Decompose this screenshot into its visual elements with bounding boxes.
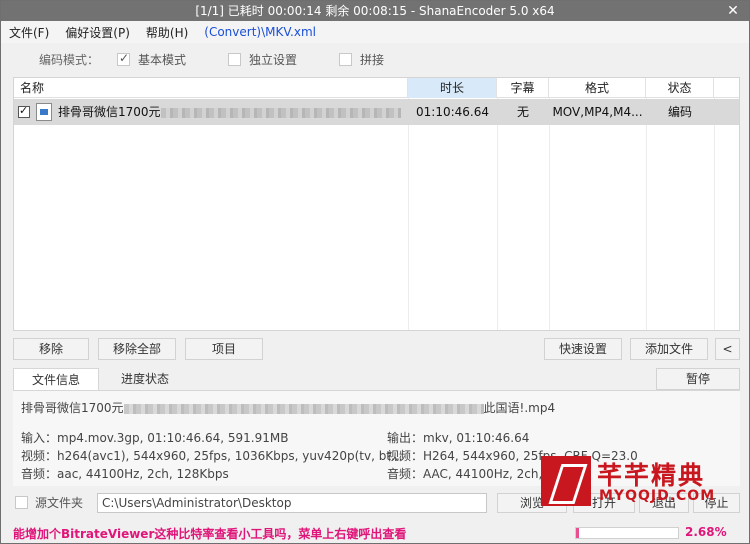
input-summary: 输入：mp4.mov.3gp, 01:10:46.64, 591.91MB <box>21 431 289 445</box>
row-cell-name: 排骨哥微信1700元 <box>14 99 408 125</box>
watermark-logo-icon <box>541 456 591 506</box>
preset-path-link[interactable]: (Convert)\MKV.xml <box>196 25 324 39</box>
column-header-duration[interactable]: 时长 <box>408 78 497 98</box>
list-actions-bar: 移除 移除全部 项目 快速设置 添加文件 < <box>1 338 749 360</box>
info-tabs: 文件信息 进度状态 暂停 <box>13 368 740 390</box>
table-header: 名称 时长 字幕 格式 状态 <box>14 78 739 98</box>
tab-file-info[interactable]: 文件信息 <box>13 368 99 390</box>
watermark: 芊芊精典 MYQQJD.COM <box>541 456 741 512</box>
window-title: [1/1] 已耗时 00:00:14 剩余 00:08:15 - ShanaEn… <box>195 4 555 18</box>
column-divider <box>646 98 647 330</box>
collapse-button[interactable]: < <box>715 338 740 360</box>
basic-mode-option[interactable]: 基本模式 <box>117 51 186 68</box>
concat-label: 拼接 <box>360 52 385 67</box>
current-file-name: 排骨哥微信1700元 此国语!.mp4 <box>21 399 555 416</box>
menu-file[interactable]: 文件(F) <box>1 24 57 41</box>
close-icon[interactable]: ✕ <box>723 1 743 21</box>
encode-mode-label: 编码模式： <box>39 52 100 67</box>
file-list-table[interactable]: 名称 时长 字幕 格式 状态 排骨哥微信1700元 01:10:46.64 无 … <box>13 77 740 331</box>
column-header-subtitle[interactable]: 字幕 <box>497 78 549 98</box>
table-row[interactable]: 排骨哥微信1700元 01:10:46.64 无 MOV,MP4,M4... 编… <box>14 99 739 125</box>
remove-button[interactable]: 移除 <box>13 338 89 360</box>
encode-progress-fill <box>576 528 579 538</box>
add-file-button[interactable]: 添加文件 <box>630 338 708 360</box>
independent-settings-checkbox[interactable] <box>228 52 242 66</box>
current-file-name-prefix: 排骨哥微信1700元 <box>21 401 124 415</box>
source-folder-checkbox[interactable] <box>15 496 28 509</box>
independent-settings-option[interactable]: 独立设置 <box>228 51 297 68</box>
current-file-name-suffix: 此国语!.mp4 <box>483 401 556 415</box>
encode-progress-bar <box>575 527 679 539</box>
independent-settings-label: 独立设置 <box>249 52 298 67</box>
column-header-status[interactable]: 状态 <box>646 78 714 98</box>
quick-settings-button[interactable]: 快速设置 <box>544 338 622 360</box>
output-summary: 输出：mkv, 01:10:46.64 <box>387 431 530 445</box>
column-header-format[interactable]: 格式 <box>549 78 646 98</box>
input-audio-info: 音频：aac, 44100Hz, 2ch, 128Kbps <box>21 467 229 481</box>
column-divider <box>408 98 409 330</box>
status-bar: 能增加个BitrateViewer这种比特率查看小工具吗，菜单上右键呼出查看 2… <box>1 523 749 543</box>
menu-preferences[interactable]: 偏好设置(P) <box>57 24 138 41</box>
concat-option[interactable]: 拼接 <box>339 51 384 68</box>
column-divider <box>497 98 498 330</box>
column-header-name[interactable]: 名称 <box>14 78 408 98</box>
title-bar[interactable]: [1/1] 已耗时 00:00:14 剩余 00:08:15 - ShanaEn… <box>1 1 749 21</box>
pause-button[interactable]: 暂停 <box>656 368 740 390</box>
column-divider <box>549 98 550 330</box>
output-path-input[interactable]: C:\Users\Administrator\Desktop <box>97 493 487 513</box>
item-button[interactable]: 项目 <box>185 338 263 360</box>
watermark-title: 芊芊精典 <box>597 461 706 490</box>
remove-all-button[interactable]: 移除全部 <box>98 338 176 360</box>
row-cell-status: 编码 <box>667 105 692 119</box>
column-divider <box>714 98 715 330</box>
tab-progress-status[interactable]: 进度状态 <box>105 368 185 390</box>
row-cell-subtitle: 无 <box>516 105 529 119</box>
status-message: 能增加个BitrateViewer这种比特率查看小工具吗，菜单上右键呼出查看 <box>13 527 407 541</box>
app-window: [1/1] 已耗时 00:00:14 剩余 00:08:15 - ShanaEn… <box>0 0 750 544</box>
menu-bar: 文件(F) 偏好设置(P) 帮助(H) (Convert)\MKV.xml <box>1 21 749 43</box>
row-cell-duration: 01:10:46.64 <box>416 105 489 119</box>
file-name-text: 排骨哥微信1700元 <box>58 105 161 119</box>
progress-percent: 2.68% <box>685 525 727 539</box>
row-cell-format: MOV,MP4,M4... <box>552 105 643 119</box>
source-folder-label: 源文件夹 <box>35 496 84 510</box>
basic-mode-label: 基本模式 <box>138 52 187 67</box>
redacted-text <box>160 107 401 118</box>
basic-mode-checkbox[interactable] <box>117 51 131 66</box>
watermark-url: MYQQJD.COM <box>599 488 716 504</box>
redacted-text <box>123 403 484 414</box>
input-video-info: 视频：h264(avc1), 544x960, 25fps, 1036Kbps,… <box>21 449 403 463</box>
menu-help[interactable]: 帮助(H) <box>138 24 196 41</box>
concat-checkbox[interactable] <box>339 52 353 66</box>
encode-mode-bar: 编码模式： 基本模式 独立设置 拼接 <box>1 43 749 75</box>
